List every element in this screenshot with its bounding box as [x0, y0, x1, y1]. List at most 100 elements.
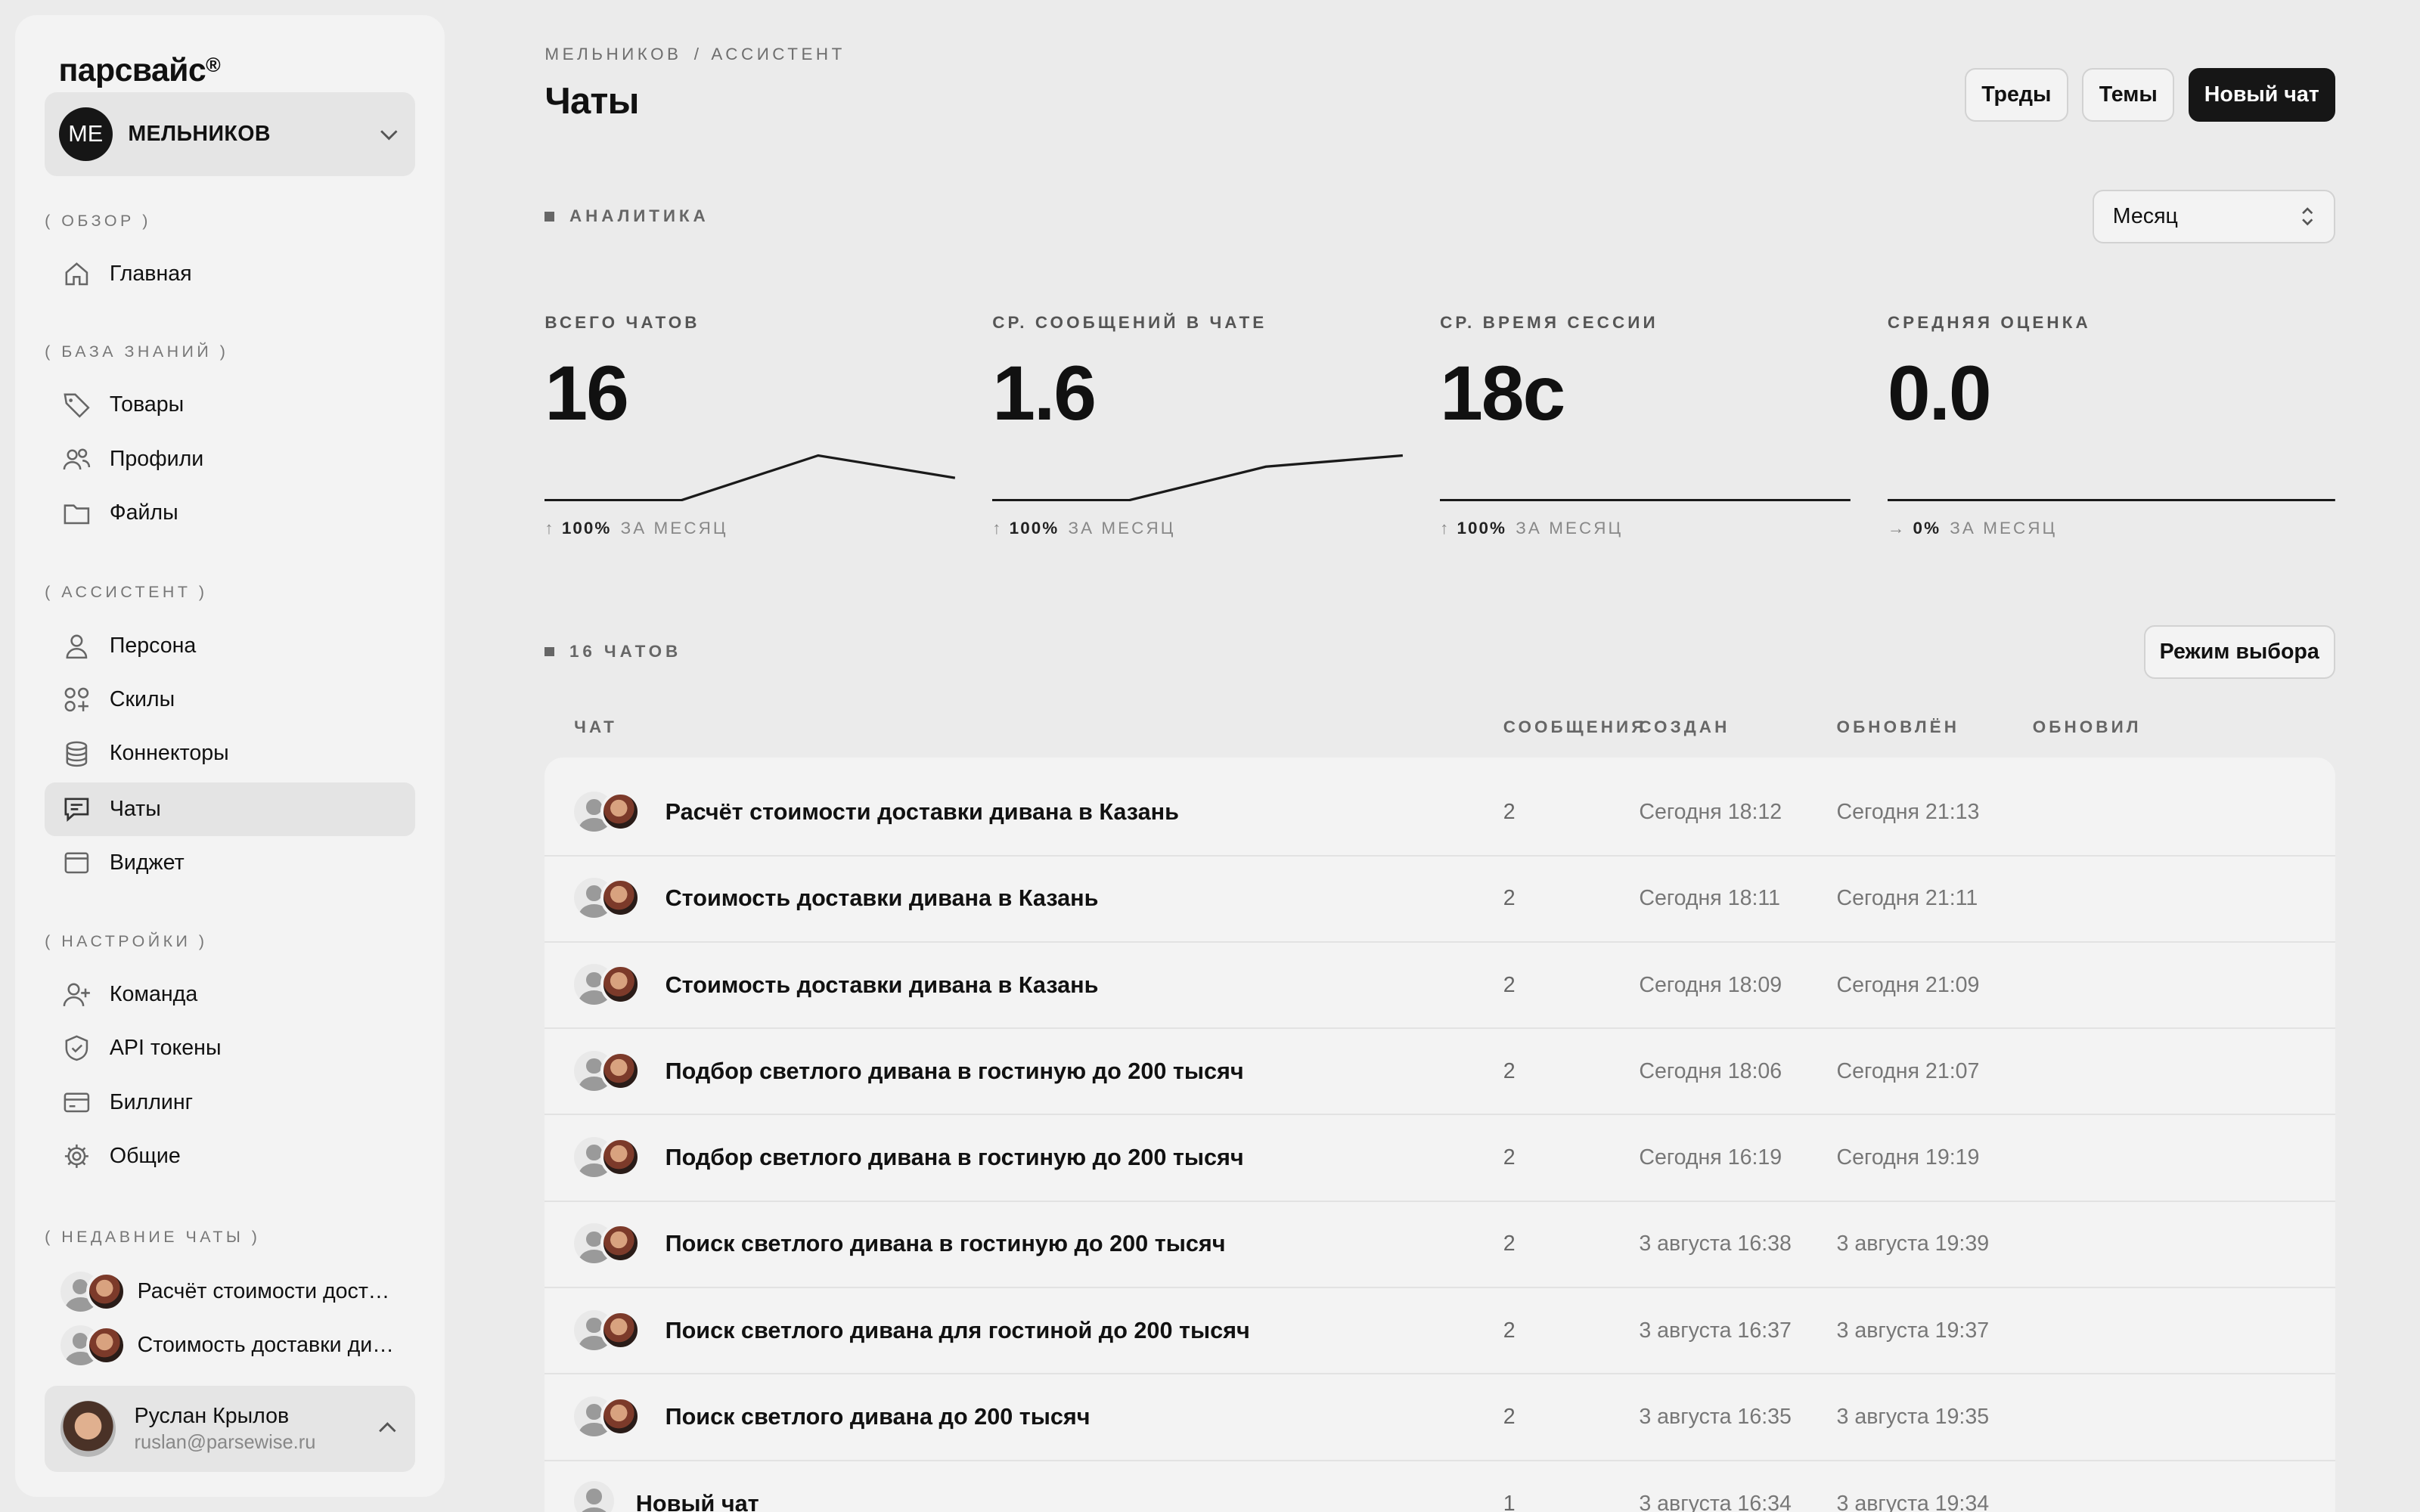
chat-avatars	[60, 1270, 138, 1313]
created-at: Сегодня 16:19	[1639, 1145, 1782, 1170]
tag-icon	[63, 393, 90, 418]
created-at: Сегодня 18:11	[1639, 886, 1781, 911]
workspace-avatar: МЕ	[58, 107, 113, 162]
assistant-avatar	[600, 1309, 641, 1350]
chat-title: Стоимость доставки дивана в Казань	[665, 971, 1099, 998]
table-row[interactable]: Стоимость доставки дивана в Казань 2 Сег…	[544, 857, 2335, 943]
threads-button[interactable]: Треды	[1964, 67, 2068, 122]
column-updated-by[interactable]: ОБНОВИЛ	[2033, 717, 2142, 737]
new-chat-button[interactable]: Новый чат	[2188, 67, 2335, 122]
sidebar-item-files[interactable]: Файлы	[45, 486, 415, 540]
message-count: 2	[1503, 1232, 1516, 1256]
created-at: Сегодня 18:09	[1639, 972, 1782, 997]
sidebar-item-billing[interactable]: Биллинг	[45, 1075, 415, 1129]
gear-icon	[64, 1145, 88, 1169]
assistant-avatar	[600, 878, 641, 919]
assistant-avatar	[86, 1271, 127, 1312]
sidebar-item-chats[interactable]: Чаты	[45, 782, 415, 837]
stat-value: 18с	[1440, 349, 1565, 436]
user-name: Руслан Крылов	[134, 1403, 290, 1428]
select-mode-button[interactable]: Режим выбора	[2143, 624, 2335, 679]
home-icon	[65, 262, 88, 286]
sidebar-item-widget[interactable]: Виджет	[45, 836, 415, 890]
stat-delta-value: 100%	[1457, 518, 1507, 538]
sidebar-item-products[interactable]: Товары	[45, 378, 415, 432]
sidebar-item-label: Профили	[109, 446, 204, 471]
stat-delta: ↑ 100% ЗА МЕСЯЦ	[1440, 519, 1623, 538]
table-row[interactable]: Расчёт стоимости доставки дивана в Казан…	[544, 770, 2335, 857]
column-messages[interactable]: СООБЩЕНИЯ	[1503, 717, 1647, 737]
sidebar-item-team[interactable]: Команда	[45, 968, 415, 1021]
table-row[interactable]: Поиск светлого дивана для гостиной до 20…	[544, 1288, 2335, 1375]
stat-label: СР. СООБЩЕНИЙ В ЧАТЕ	[992, 313, 1267, 333]
column-updated[interactable]: ОБНОВЛЁН	[1837, 717, 1960, 737]
sidebar-item-label: Виджет	[109, 850, 185, 875]
stat-delta: → 0% ЗА МЕСЯЦ	[1888, 519, 2057, 538]
period-value: Месяц	[2112, 204, 2178, 229]
stat-label: СР. ВРЕМЯ СЕССИИ	[1440, 313, 1658, 333]
stat-delta-suffix: ЗА МЕСЯЦ	[1068, 518, 1176, 538]
arrow-up-icon: ↑	[1440, 518, 1451, 538]
table-row[interactable]: Стоимость доставки дивана в Казань 2 Сег…	[544, 943, 2335, 1030]
stat-total-chats: ВСЕГО ЧАТОВ 16 ↑ 100% ЗА МЕСЯЦ	[544, 313, 956, 538]
logo[interactable]: парсвайс®	[59, 52, 221, 89]
grid-plus-icon	[64, 687, 88, 712]
updated-at: Сегодня 21:11	[1836, 886, 1978, 911]
user-menu[interactable]: Руслан Крылов ruslan@parsewise.ru	[45, 1385, 415, 1472]
arrow-up-icon: ↑	[544, 518, 556, 538]
updated-at: Сегодня 19:19	[1836, 1145, 1980, 1170]
sidebar-item-label: Команда	[109, 981, 198, 1006]
breadcrumb-assistant[interactable]: АССИСТЕНТ	[711, 45, 845, 64]
sidebar-item-connectors[interactable]: Коннекторы	[45, 727, 415, 780]
updated-at: 3 августа 19:35	[1836, 1404, 1990, 1429]
chat-avatars	[574, 876, 651, 919]
created-at: 3 августа 16:34	[1639, 1492, 1792, 1512]
users-icon	[63, 448, 90, 469]
recent-chat-title: Расчёт стоимости доставки дивана в Казан…	[137, 1278, 397, 1303]
chat-avatars	[574, 962, 651, 1005]
chat-title: Поиск светлого дивана в гостиную до 200 …	[665, 1231, 1226, 1257]
message-count: 2	[1503, 886, 1516, 911]
chats-count-label: 16 ЧАТОВ	[544, 642, 681, 662]
sparkline-path	[992, 454, 1404, 501]
workspace-switcher[interactable]: МЕ МЕЛЬНИКОВ	[45, 92, 415, 176]
column-created[interactable]: СОЗДАН	[1639, 717, 1730, 737]
chat-avatars	[574, 1395, 651, 1438]
table-row[interactable]: Новый чат 1 3 августа 16:34 3 августа 19…	[544, 1461, 2335, 1512]
stat-label: ВСЕГО ЧАТОВ	[544, 313, 700, 333]
chat-icon	[64, 798, 88, 822]
workspace-name: МЕЛЬНИКОВ	[128, 122, 271, 147]
sidebar-item-api-tokens[interactable]: API токены	[45, 1021, 415, 1075]
table-row[interactable]: Поиск светлого дивана до 200 тысяч 2 3 а…	[544, 1374, 2335, 1461]
analytics-label-text: АНАЛИТИКА	[569, 206, 709, 226]
database-icon	[66, 741, 87, 767]
column-chat[interactable]: ЧАТ	[574, 717, 617, 737]
recent-chat-item[interactable]: Стоимость доставки дивана в Казань	[60, 1322, 415, 1368]
stat-delta-suffix: ЗА МЕСЯЦ	[620, 518, 728, 538]
topics-button[interactable]: Темы	[2082, 67, 2175, 122]
message-count: 2	[1503, 972, 1516, 997]
arrow-right-icon: →	[1887, 518, 1907, 538]
section-knowledge: ( БАЗА ЗНАНИЙ )	[45, 342, 229, 361]
sidebar-item-profiles[interactable]: Профили	[45, 432, 415, 485]
chats-count-text: 16 ЧАТОВ	[569, 641, 682, 661]
updated-at: 3 августа 19:37	[1836, 1318, 1990, 1343]
sidebar-item-general[interactable]: Общие	[45, 1129, 415, 1183]
sidebar-item-home[interactable]: Главная	[45, 247, 415, 301]
chat-avatars	[574, 1222, 651, 1265]
table-row[interactable]: Подбор светлого дивана в гостиную до 200…	[544, 1115, 2335, 1202]
table-row[interactable]: Поиск светлого дивана в гостиную до 200 …	[544, 1202, 2335, 1289]
sidebar-item-skills[interactable]: Скилы	[45, 673, 415, 727]
recent-chat-item[interactable]: Расчёт стоимости доставки дивана в Казан…	[60, 1269, 415, 1315]
table-row[interactable]: Подбор светлого дивана в гостиную до 200…	[544, 1029, 2335, 1116]
created-at: 3 августа 16:37	[1639, 1318, 1792, 1343]
recent-chat-title: Стоимость доставки дивана в Казань	[137, 1333, 397, 1358]
user-avatar-icon	[574, 1481, 615, 1512]
chevron-up-icon	[379, 1422, 396, 1433]
updated-at: Сегодня 21:13	[1836, 799, 1980, 824]
sparkline	[1887, 498, 2335, 501]
breadcrumb-workspace[interactable]: МЕЛЬНИКОВ	[544, 45, 681, 64]
credit-card-icon	[64, 1092, 89, 1113]
period-select[interactable]: Месяц	[2093, 190, 2335, 244]
sidebar-item-persona[interactable]: Персона	[45, 618, 415, 672]
